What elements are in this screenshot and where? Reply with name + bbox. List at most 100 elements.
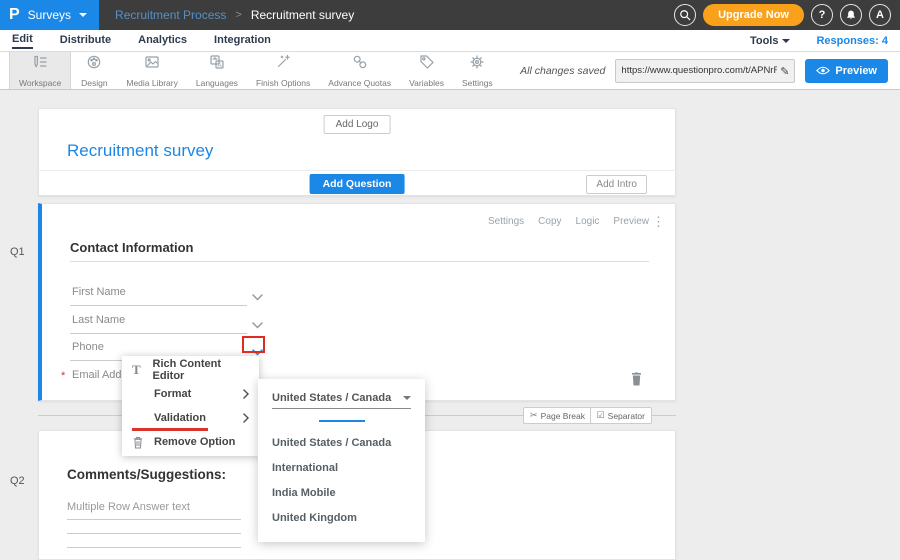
topbar: P Surveys Recruitment Process > Recruitm… — [0, 0, 900, 30]
chevron-down-icon — [782, 39, 790, 43]
avatar-button[interactable]: A — [869, 4, 891, 26]
question-preview-link[interactable]: Preview — [613, 216, 649, 227]
annotation-red-box — [242, 336, 265, 353]
question-title-divider — [70, 261, 649, 262]
format-option-us-canada[interactable]: United States / Canada — [272, 430, 417, 455]
menu-item-label: Remove Option — [154, 436, 235, 448]
toolbar-item-settings[interactable]: Settings — [453, 52, 502, 89]
tools-menu[interactable]: Tools — [750, 35, 791, 47]
product-menu[interactable]: P Surveys — [0, 0, 99, 30]
questionpro-logo: P — [9, 7, 20, 23]
toolbar-item-design[interactable]: Design — [71, 52, 117, 89]
tab-integration[interactable]: Integration — [214, 33, 271, 48]
eye-icon — [816, 66, 830, 75]
edit-url-icon[interactable] — [780, 62, 789, 80]
survey-url-input[interactable] — [621, 65, 777, 76]
chevron-down-icon — [79, 13, 87, 17]
separator-button[interactable]: Separator — [590, 407, 652, 424]
responses-link[interactable]: Responses: 4 — [816, 35, 888, 47]
menu-item-rich-content-editor[interactable]: Rich Content Editor — [122, 358, 259, 382]
toolbar-item-languages[interactable]: A Languages — [187, 52, 247, 89]
editor-toolbar: Workspace Design Media Library A Languag… — [0, 52, 900, 90]
field-row-last-name[interactable]: Last Name — [70, 307, 247, 334]
image-icon — [144, 54, 160, 75]
breadcrumb-folder[interactable]: Recruitment Process — [115, 8, 226, 22]
format-option-india-mobile[interactable]: India Mobile — [272, 480, 417, 505]
search-button[interactable] — [674, 4, 696, 26]
toolbar-item-finish-options[interactable]: Finish Options — [247, 52, 319, 89]
trash-icon — [132, 436, 154, 449]
question-number-q2: Q2 — [10, 475, 25, 487]
chevron-down-icon[interactable] — [252, 316, 263, 334]
survey-header-card: Add Logo Recruitment survey — [38, 108, 676, 170]
answer-line — [67, 533, 241, 534]
active-format-indicator — [319, 420, 365, 422]
menu-item-remove-option[interactable]: Remove Option — [122, 430, 259, 454]
toolbar-label: Variables — [409, 78, 444, 88]
kebab-menu-icon[interactable] — [652, 214, 665, 230]
field-label: Phone — [72, 341, 104, 353]
menu-item-validation[interactable]: Validation — [122, 406, 259, 430]
field-underline — [70, 305, 247, 306]
submenu-arrow-icon — [243, 389, 249, 399]
page-break-label: Page Break — [541, 411, 585, 421]
toolbar-item-workspace[interactable]: Workspace — [9, 52, 71, 89]
upgrade-now-button[interactable]: Upgrade Now — [703, 4, 804, 26]
survey-title[interactable]: Recruitment survey — [67, 141, 213, 161]
topbar-actions: Upgrade Now ? A — [674, 4, 900, 26]
toolbar-label: Design — [81, 78, 107, 88]
tab-distribute[interactable]: Distribute — [60, 33, 111, 48]
add-question-bar: Add Question Add Intro — [38, 170, 676, 196]
question-title-q1[interactable]: Contact Information — [70, 240, 194, 255]
field-row-first-name[interactable]: First Name — [70, 279, 247, 306]
add-logo-button[interactable]: Add Logo — [324, 115, 391, 134]
question-title-q2[interactable]: Comments/Suggestions: — [67, 467, 226, 482]
palette-icon — [86, 54, 102, 75]
add-intro-button[interactable]: Add Intro — [586, 175, 647, 194]
chevron-down-icon[interactable] — [252, 288, 263, 306]
separator-label: Separator — [608, 411, 645, 421]
menu-item-label: Validation — [154, 412, 206, 424]
add-question-button[interactable]: Add Question — [310, 174, 405, 194]
page-break-button[interactable]: Page Break — [523, 407, 592, 424]
section-nav: Edit Distribute Analytics Integration To… — [0, 30, 900, 52]
toolbar-label: Workspace — [19, 78, 61, 88]
answer-line — [67, 547, 241, 548]
toolbar-item-media-library[interactable]: Media Library — [117, 52, 187, 89]
search-icon — [679, 9, 691, 21]
toolbar-label: Advance Quotas — [328, 78, 391, 88]
preview-button[interactable]: Preview — [805, 59, 888, 83]
gear-icon — [469, 54, 485, 75]
breadcrumb: Recruitment Process > Recruitment survey — [115, 8, 354, 22]
format-select[interactable]: United States / Canada — [272, 387, 411, 409]
help-button[interactable]: ? — [811, 4, 833, 26]
bell-icon — [845, 9, 857, 21]
question-settings-link[interactable]: Settings — [488, 216, 524, 227]
toolbar-item-variables[interactable]: Variables — [400, 52, 453, 89]
product-menu-label: Surveys — [28, 8, 71, 22]
menu-item-format[interactable]: Format — [122, 382, 259, 406]
toolbar-item-advance-quotas[interactable]: Advance Quotas — [319, 52, 400, 89]
tab-analytics[interactable]: Analytics — [138, 33, 187, 48]
notifications-button[interactable] — [840, 4, 862, 26]
question-actions: Settings Copy Logic Preview — [488, 216, 649, 227]
question-number-q1: Q1 — [10, 246, 25, 258]
breadcrumb-separator: > — [235, 9, 241, 21]
checkbox-icon — [597, 410, 605, 421]
toolbar-label: Finish Options — [256, 78, 310, 88]
option-context-menu: Rich Content Editor Format Validation Re… — [122, 356, 259, 456]
format-option-united-kingdom[interactable]: United Kingdom — [272, 505, 417, 530]
phone-format-submenu: United States / Canada United States / C… — [258, 379, 425, 542]
multirow-answer-placeholder[interactable]: Multiple Row Answer text — [67, 501, 190, 513]
toolbar-right: All changes saved Preview — [520, 52, 900, 89]
format-option-international[interactable]: International — [272, 455, 417, 480]
delete-question-icon[interactable] — [630, 372, 643, 391]
question-logic-link[interactable]: Logic — [576, 216, 600, 227]
nav-right: Tools Responses: 4 — [750, 35, 888, 47]
submenu-arrow-icon — [243, 413, 249, 423]
text-format-icon — [132, 362, 153, 378]
survey-editor-screen: P Surveys Recruitment Process > Recruitm… — [0, 0, 900, 550]
toolbar-label: Settings — [462, 78, 493, 88]
question-copy-link[interactable]: Copy — [538, 216, 561, 227]
tab-edit[interactable]: Edit — [12, 32, 33, 49]
